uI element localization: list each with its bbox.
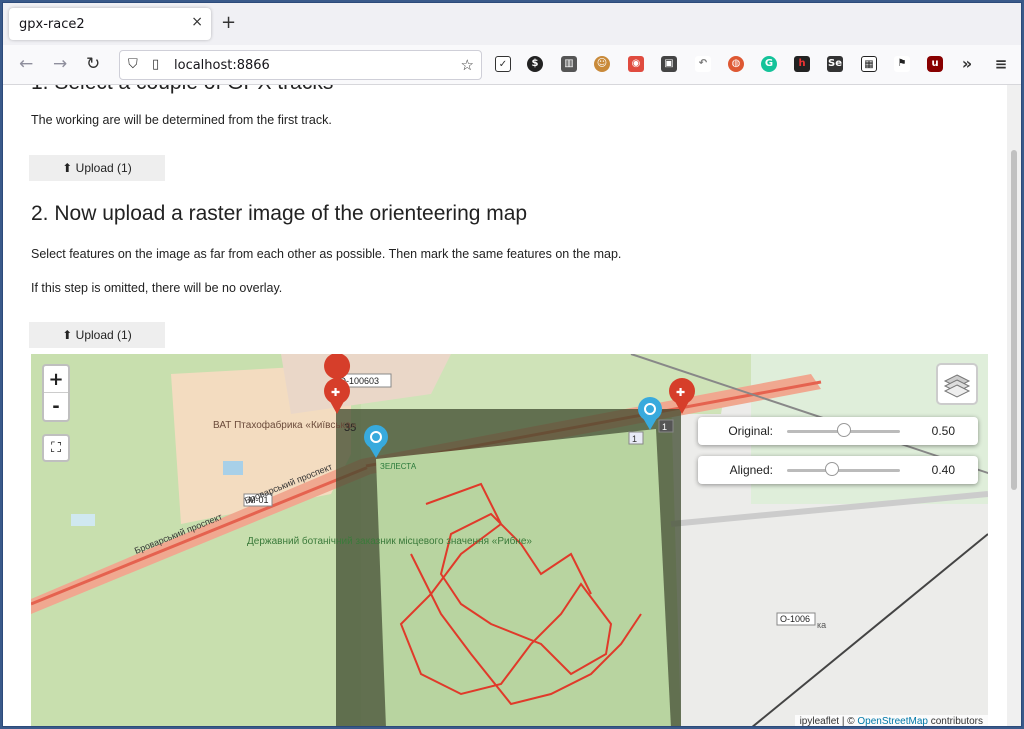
pocket-icon[interactable]: ✓ bbox=[495, 56, 511, 72]
slider-value: 0.40 bbox=[931, 463, 955, 477]
reader-icon[interactable]: ▥ bbox=[561, 56, 577, 72]
slider-track[interactable] bbox=[787, 469, 900, 472]
camera-extension-icon[interactable]: ◉ bbox=[628, 56, 644, 72]
fullscreen-button[interactable]: ⛶ bbox=[42, 434, 70, 462]
zoom-in-button[interactable]: + bbox=[44, 366, 68, 393]
step2-note: If this step is omitted, there will be n… bbox=[31, 281, 283, 295]
grammarly-icon[interactable]: G bbox=[761, 56, 777, 72]
close-tab-icon[interactable]: × bbox=[191, 14, 203, 30]
tab-bar: gpx-race2 × + bbox=[3, 3, 1021, 45]
map-tiles[interactable]: 35 ЗЕЛЕСТА 1 1 O-100603 ВАТ Птахофабрика… bbox=[31, 354, 988, 727]
zoom-control: + - bbox=[42, 364, 70, 422]
map-attribution: ipyleaflet | © OpenStreetMap contributor… bbox=[794, 715, 988, 727]
back-arrow-icon[interactable]: ← bbox=[19, 54, 33, 74]
road-label-o1006-suffix: ка bbox=[817, 620, 826, 630]
slider-handle[interactable] bbox=[825, 462, 840, 476]
browser-window: gpx-race2 × + ← → ↻ ⛉ ▯ localhost:8866 ☆… bbox=[2, 2, 1022, 727]
openstreetmap-link[interactable]: OpenStreetMap bbox=[857, 716, 928, 726]
overlay-label-zelesta: ЗЕЛЕСТА bbox=[380, 462, 417, 471]
scrollbar-thumb[interactable] bbox=[1011, 150, 1017, 490]
factory-label: ВАТ Птахофабрика «Київська» bbox=[213, 419, 357, 431]
bookmark-star-icon[interactable]: ☆ bbox=[461, 56, 474, 74]
selenium-icon[interactable]: Se bbox=[827, 56, 843, 72]
upload-gpx-button[interactable]: ⬆ Upload (1) bbox=[29, 155, 165, 181]
step2-description: Select features on the image as far from… bbox=[31, 247, 622, 261]
url-bar[interactable]: ⛉ ▯ localhost:8866 ☆ bbox=[119, 50, 482, 80]
step1-heading: 1. Select a couple of GPX tracks bbox=[31, 85, 333, 95]
history-extension-icon[interactable]: ↶ bbox=[695, 56, 711, 72]
menu-icon[interactable]: ≡ bbox=[993, 56, 1009, 72]
h-extension-icon[interactable]: h bbox=[794, 56, 810, 72]
navigation-toolbar: ← → ↻ ⛉ ▯ localhost:8866 ☆ ✓ $ ▥ ☺ ◉ ▣ ↶… bbox=[3, 45, 1021, 85]
aligned-opacity-slider[interactable]: Aligned: 0.40 bbox=[698, 456, 978, 484]
pushpin-icon-2: ✚ bbox=[676, 386, 685, 399]
pushpin-icon-1: ✚ bbox=[331, 386, 340, 399]
step1-description: The working are will be determined from … bbox=[31, 113, 332, 127]
slider-label: Original: bbox=[728, 424, 773, 438]
page-icon[interactable]: ▯ bbox=[152, 57, 159, 72]
zoom-out-button[interactable]: - bbox=[44, 393, 68, 420]
tab-gpx-race2[interactable]: gpx-race2 × bbox=[9, 8, 211, 40]
forward-arrow-icon[interactable]: → bbox=[53, 54, 67, 74]
overlay-box-label-1: 1 bbox=[632, 434, 637, 444]
upload-icon: ⬆ bbox=[62, 161, 76, 175]
url-text[interactable]: localhost:8866 bbox=[174, 58, 270, 73]
page-content: 1. Select a couple of GPX tracks The wor… bbox=[3, 85, 1009, 727]
new-tab-button[interactable]: + bbox=[221, 12, 236, 33]
qr-code-icon[interactable]: ▦ bbox=[861, 56, 877, 72]
slider-handle[interactable] bbox=[836, 423, 851, 437]
reload-icon[interactable]: ↻ bbox=[86, 54, 100, 74]
bookmark-icon[interactable]: ⚑ bbox=[894, 56, 910, 72]
layers-icon bbox=[943, 374, 971, 398]
slider-label: Aligned: bbox=[729, 463, 773, 477]
ublock-icon[interactable]: u bbox=[927, 56, 943, 72]
overlay-box-label-2: 1 bbox=[662, 422, 667, 432]
duckduckgo-icon[interactable]: ◍ bbox=[728, 56, 744, 72]
upload-label: Upload (1) bbox=[75, 161, 132, 175]
dollar-extension-icon[interactable]: $ bbox=[527, 56, 543, 72]
upload-map-button[interactable]: ⬆ Upload (1) bbox=[29, 322, 165, 348]
overflow-chevron-icon[interactable]: » bbox=[959, 56, 975, 72]
shield-icon[interactable]: ⛉ bbox=[128, 57, 138, 72]
attribution-suffix: contributors bbox=[930, 716, 983, 727]
upload-label: Upload (1) bbox=[75, 328, 132, 342]
reserve-label: Державний ботанічний заказник місцевого … bbox=[247, 535, 532, 547]
step2-heading: 2. Now upload a raster image of the orie… bbox=[31, 202, 528, 225]
original-opacity-slider[interactable]: Original: 0.50 bbox=[698, 417, 978, 445]
monkey-extension-icon[interactable]: ☺ bbox=[594, 56, 610, 72]
road-label-o1006: O-1006 bbox=[780, 614, 810, 624]
layers-control[interactable] bbox=[936, 363, 978, 405]
video-extension-icon[interactable]: ▣ bbox=[661, 56, 677, 72]
tab-title: gpx-race2 bbox=[19, 17, 85, 32]
page-scrollbar[interactable] bbox=[1007, 85, 1021, 726]
leaflet-map[interactable]: 35 ЗЕЛЕСТА 1 1 O-100603 ВАТ Птахофабрика… bbox=[31, 354, 988, 727]
upload-icon: ⬆ bbox=[62, 328, 76, 342]
attribution-prefix: ipyleaflet | © bbox=[799, 716, 855, 727]
slider-value: 0.50 bbox=[931, 424, 955, 438]
